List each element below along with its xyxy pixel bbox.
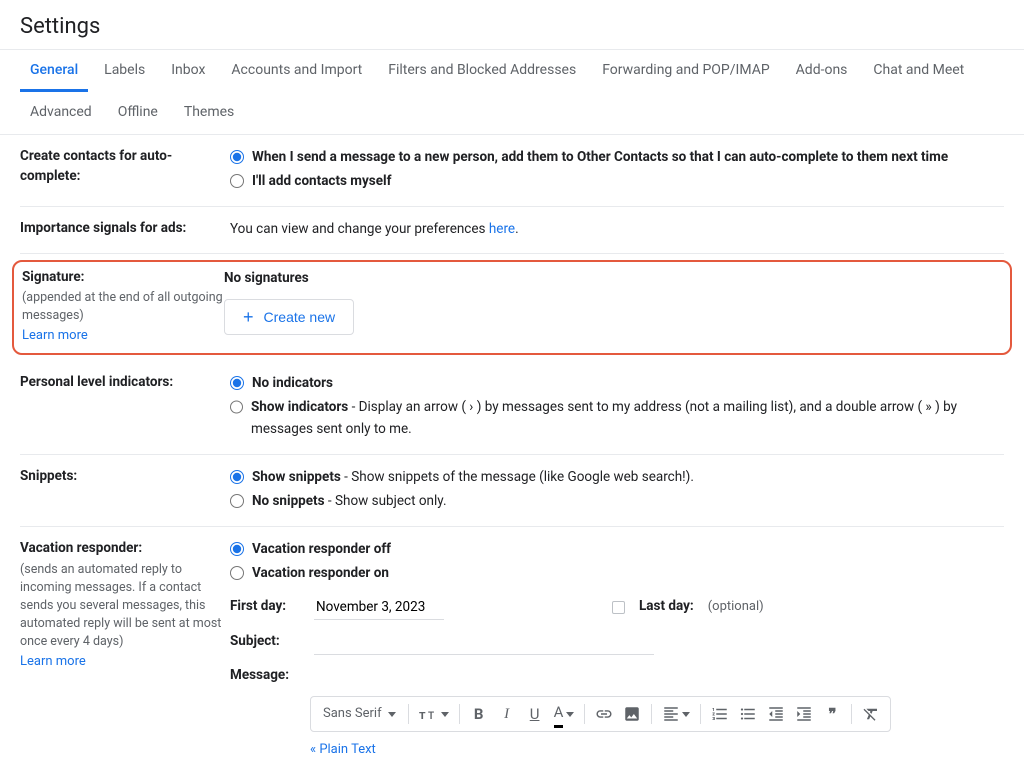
tab-chat[interactable]: Chat and Meet	[863, 50, 974, 92]
importance-link[interactable]: here	[489, 221, 515, 237]
contacts-opt2: I'll add contacts myself	[252, 171, 391, 193]
snippets-opt2-bold: No snippets	[252, 493, 325, 509]
svg-text:т: т	[419, 708, 426, 722]
plus-icon: +	[243, 308, 254, 326]
vacation-opt1: Vacation responder off	[252, 539, 391, 561]
contacts-label: Create contacts for auto-complete:	[20, 147, 230, 186]
tab-advanced[interactable]: Advanced	[20, 92, 102, 134]
snippets-label: Snippets:	[20, 467, 230, 487]
quote-button[interactable]: ❞	[819, 701, 845, 727]
italic-button[interactable]: I	[494, 701, 520, 727]
snippets-opt1-bold: Show snippets	[252, 469, 341, 485]
indent-less-button[interactable]	[763, 701, 789, 727]
snippets-opt1-desc: - Show snippets of the message (like Goo…	[341, 469, 694, 485]
first-day-label: First day:	[230, 596, 300, 618]
text-color-button[interactable]: A	[550, 701, 579, 727]
tab-accounts[interactable]: Accounts and Import	[221, 50, 372, 92]
snippets-radio-none[interactable]	[230, 494, 244, 508]
tab-inbox[interactable]: Inbox	[161, 50, 215, 92]
create-new-label: Create new	[264, 309, 336, 325]
contacts-opt1: When I send a message to a new person, a…	[252, 147, 948, 169]
indent-more-button[interactable]	[791, 701, 817, 727]
tab-forwarding[interactable]: Forwarding and POP/IMAP	[592, 50, 779, 92]
last-day-checkbox[interactable]	[612, 601, 625, 614]
vacation-sub: (sends an automated reply to incoming me…	[20, 561, 230, 652]
contacts-radio-auto[interactable]	[230, 150, 244, 164]
personal-opt2-desc: - Display an arrow ( › ) by messages sen…	[251, 399, 957, 437]
importance-label: Importance signals for ads:	[20, 219, 230, 239]
importance-text: You can view and change your preferences	[230, 221, 489, 237]
vacation-radio-off[interactable]	[230, 542, 244, 556]
font-family-select[interactable]: Sans Serif	[317, 704, 402, 725]
vacation-opt2: Vacation responder on	[252, 563, 389, 585]
bullet-list-button[interactable]	[735, 701, 761, 727]
tab-general[interactable]: General	[20, 50, 88, 92]
snippets-opt2-desc: - Show subject only.	[325, 493, 447, 509]
last-day-label: Last day:	[639, 596, 694, 618]
vacation-label: Vacation responder:	[20, 540, 142, 556]
no-signatures-text: No signatures	[224, 268, 1002, 290]
personal-radio-show[interactable]	[230, 400, 243, 414]
chevron-down-icon	[388, 712, 396, 717]
link-button[interactable]	[591, 701, 617, 727]
underline-button[interactable]: U	[522, 701, 548, 727]
last-day-optional: (optional)	[708, 597, 764, 618]
signature-sub: (appended at the end of all outgoing mes…	[22, 289, 224, 325]
subject-input[interactable]	[314, 630, 654, 655]
page-title: Settings	[20, 14, 1004, 39]
tab-themes[interactable]: Themes	[174, 92, 244, 134]
tab-offline[interactable]: Offline	[108, 92, 168, 134]
snippets-radio-show[interactable]	[230, 470, 244, 484]
create-signature-button[interactable]: + Create new	[224, 299, 354, 335]
section-importance: Importance signals for ads: You can view…	[20, 207, 1004, 254]
plain-text-link[interactable]: « Plain Text	[310, 740, 1004, 761]
signature-highlight: Signature: (appended at the end of all o…	[12, 260, 1012, 356]
section-vacation: Vacation responder: (sends an automated …	[20, 527, 1004, 773]
editor-toolbar: Sans Serif тT B I U A	[310, 696, 891, 732]
settings-tabs: General Labels Inbox Accounts and Import…	[0, 50, 1024, 135]
vacation-learn-more[interactable]: Learn more	[20, 654, 86, 669]
vacation-radio-on[interactable]	[230, 566, 244, 580]
personal-label: Personal level indicators:	[20, 373, 230, 393]
tab-labels[interactable]: Labels	[94, 50, 155, 92]
image-button[interactable]	[619, 701, 645, 727]
chevron-down-icon	[441, 712, 449, 717]
personal-radio-none[interactable]	[230, 376, 244, 390]
signature-label: Signature:	[22, 269, 84, 285]
align-button[interactable]	[658, 701, 694, 727]
font-family-label: Sans Serif	[323, 704, 382, 725]
section-personal: Personal level indicators: No indicators…	[20, 361, 1004, 455]
section-snippets: Snippets: Show snippets - Show snippets …	[20, 455, 1004, 527]
first-day-input[interactable]	[314, 595, 444, 620]
remove-format-button[interactable]	[858, 701, 884, 727]
signature-learn-more[interactable]: Learn more	[22, 328, 88, 343]
contacts-radio-manual[interactable]	[230, 174, 244, 188]
svg-text:T: T	[428, 711, 434, 722]
tab-addons[interactable]: Add-ons	[786, 50, 858, 92]
font-size-button[interactable]: тT	[415, 701, 453, 727]
section-contacts: Create contacts for auto-complete: When …	[20, 135, 1004, 207]
settings-header: Settings	[0, 0, 1024, 50]
importance-after: .	[515, 221, 519, 237]
subject-label: Subject:	[230, 631, 300, 653]
settings-content: Create contacts for auto-complete: When …	[0, 135, 1024, 773]
message-label: Message:	[230, 665, 300, 687]
numbered-list-button[interactable]	[707, 701, 733, 727]
personal-opt2-bold: Show indicators	[251, 399, 348, 415]
chevron-down-icon	[566, 712, 574, 717]
tab-filters[interactable]: Filters and Blocked Addresses	[378, 50, 586, 92]
personal-opt1: No indicators	[252, 373, 333, 395]
bold-button[interactable]: B	[466, 701, 492, 727]
chevron-down-icon	[682, 712, 690, 717]
